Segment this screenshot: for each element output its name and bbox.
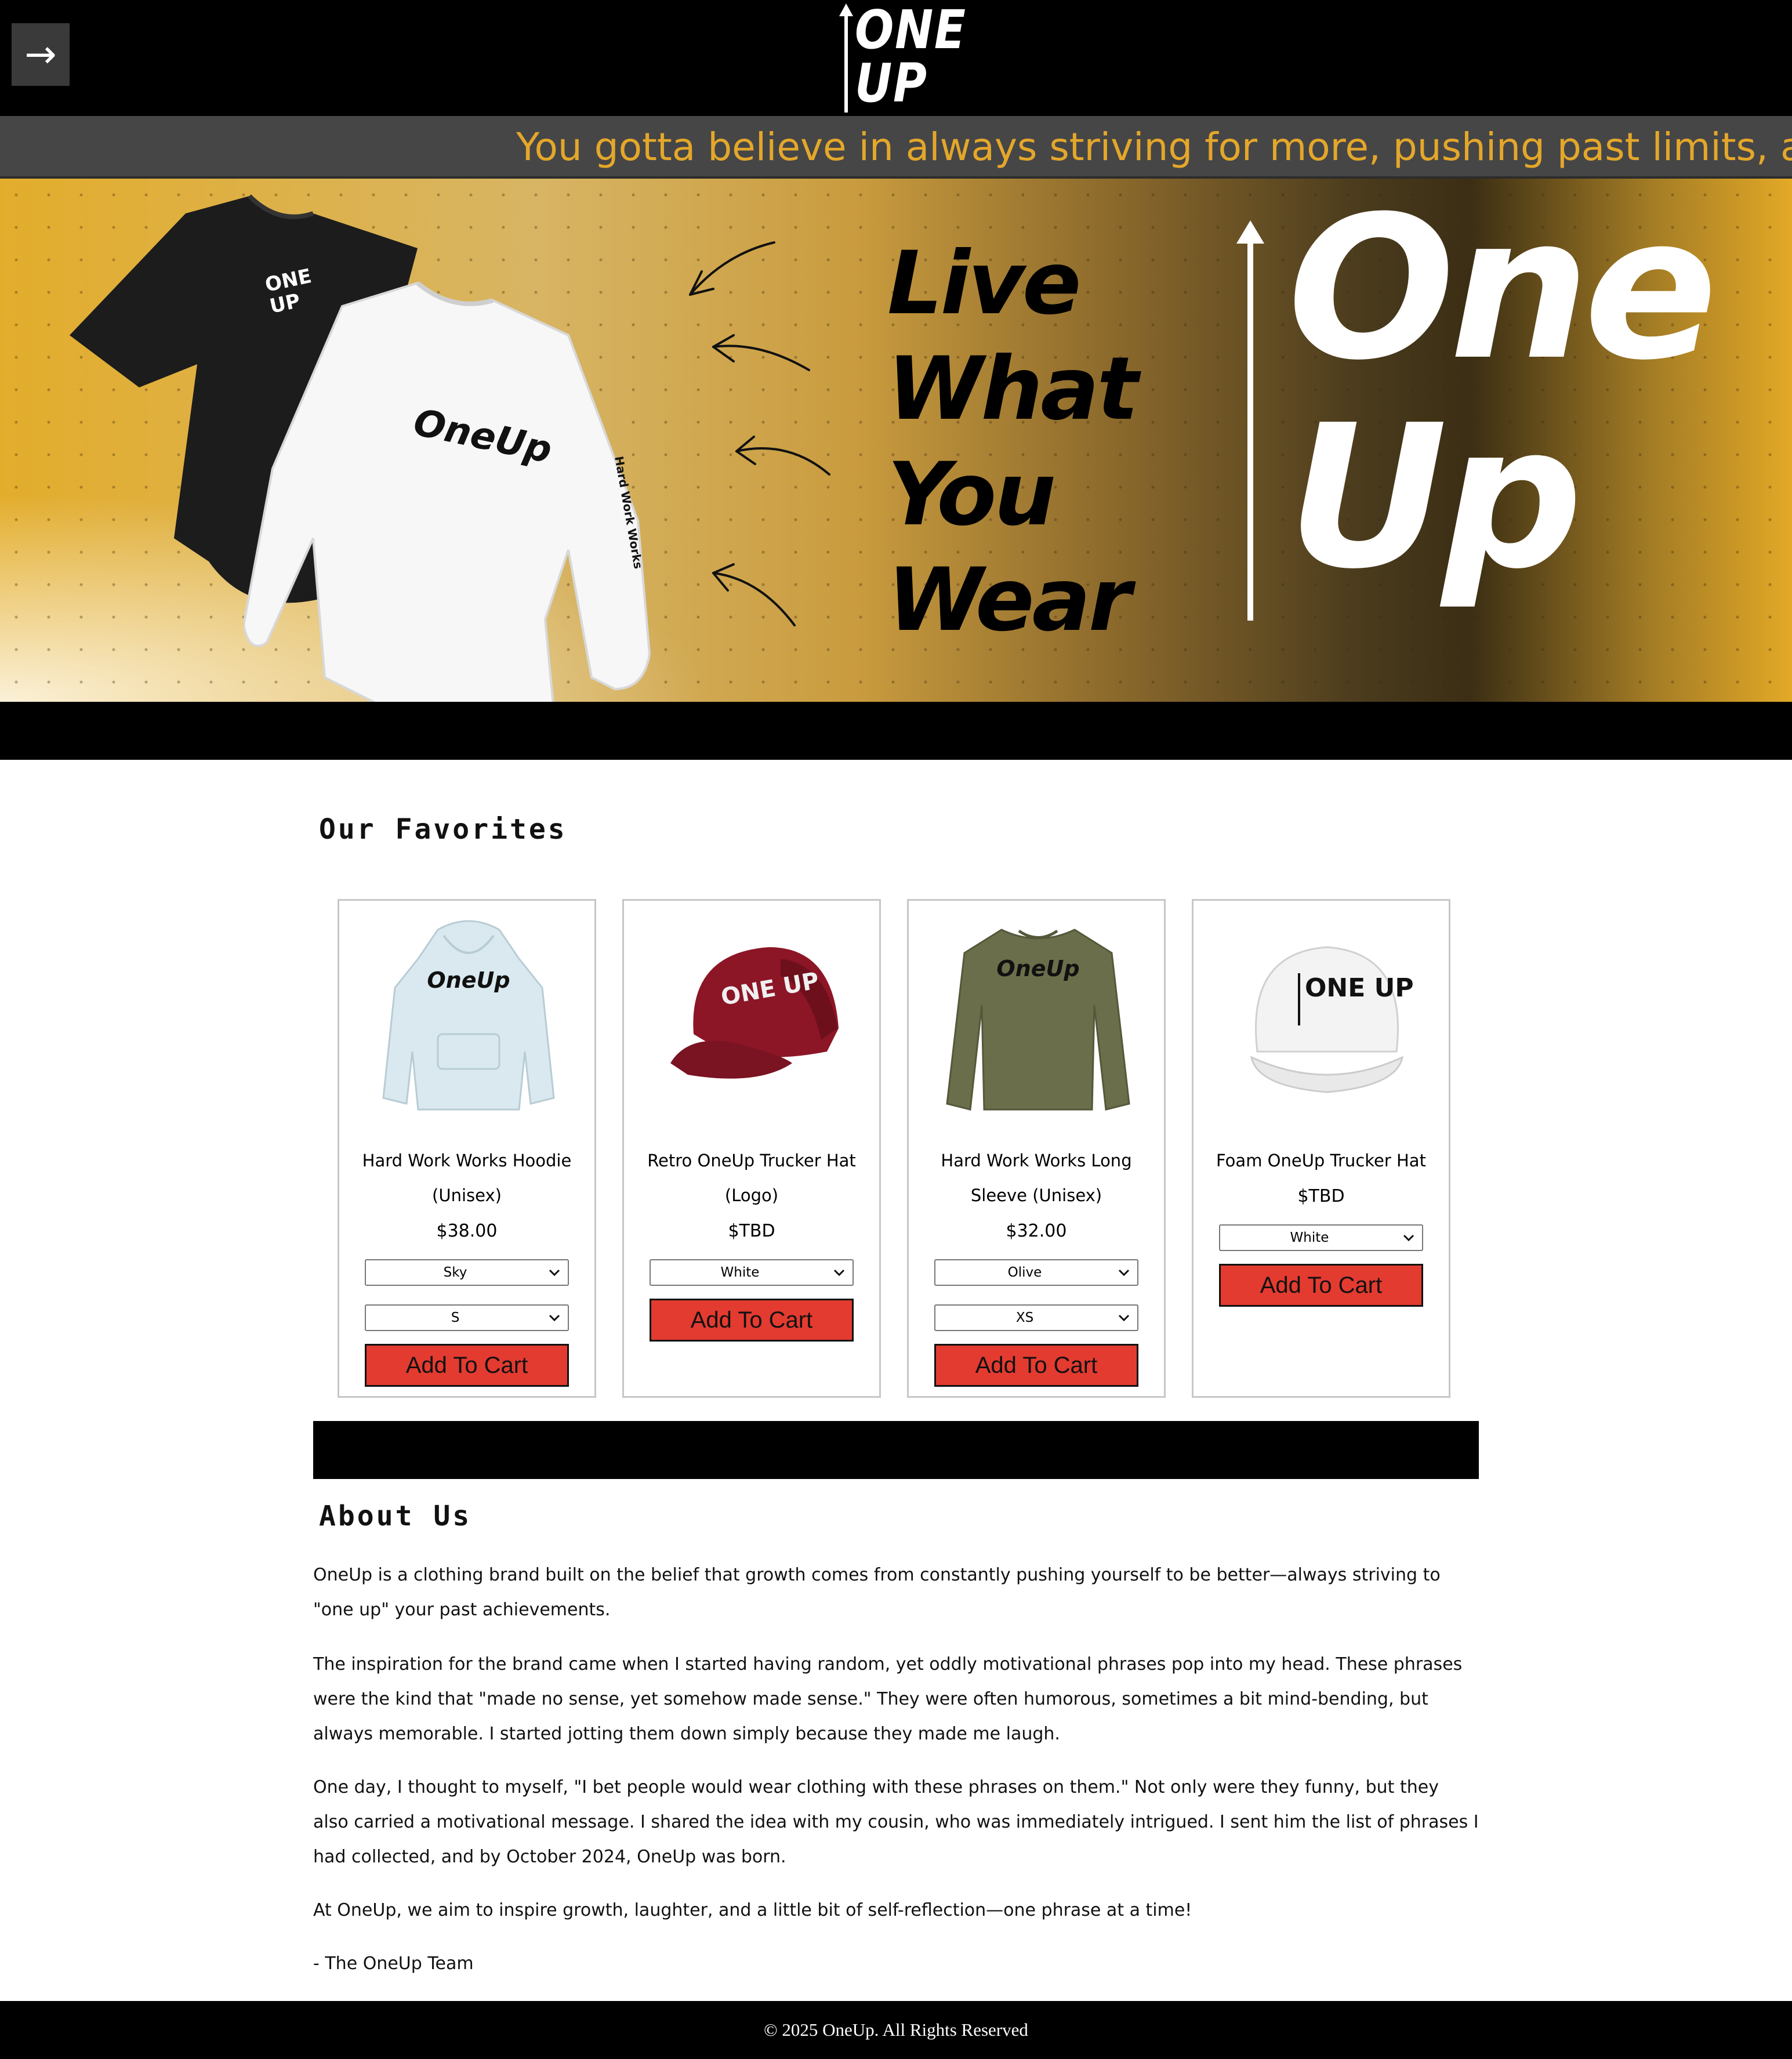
product-price: $TBD (1297, 1186, 1345, 1206)
size-select[interactable]: S (365, 1304, 569, 1331)
chevron-down-icon (549, 1269, 560, 1277)
slogan-line-you: You (887, 444, 1056, 545)
hero-brand-wordmark: One Up (1287, 184, 1763, 602)
marquee-text: You gotta believe in always striving for… (516, 125, 1792, 169)
select-value: White (720, 1265, 760, 1280)
top-header: → ONE UP (0, 0, 1792, 116)
product-price: $38.00 (436, 1221, 498, 1241)
menu-toggle-button[interactable]: → (12, 23, 70, 86)
product-name-line: Hard Work Works Hoodie (362, 1151, 572, 1170)
motivational-marquee: You gotta believe in always striving for… (0, 116, 1792, 179)
logo-arrow-shaft (844, 9, 848, 113)
color-select[interactable]: Sky (365, 1259, 569, 1286)
product-price: $TBD (728, 1221, 775, 1241)
product-card: ONE UP Foam OneUp Trucker Hat $TBD White… (1192, 899, 1450, 1398)
favorites-heading: Our Favorites (319, 813, 567, 846)
about-paragraph: One day, I thought to myself, "I bet peo… (313, 1777, 1479, 1867)
product-card: OneUp Hard Work Works Long Sleeve (Unise… (907, 899, 1166, 1398)
arrow-right-icon: → (24, 32, 57, 77)
add-to-cart-button[interactable]: Add To Cart (365, 1344, 569, 1387)
select-value: Olive (1007, 1265, 1042, 1280)
logo-line-up: UP (855, 52, 928, 114)
product-name-line: Sleeve (Unisex) (970, 1186, 1102, 1205)
product-name-line: Hard Work Works Long (941, 1151, 1132, 1170)
product-image-foam-trucker-hat: ONE UP (1250, 946, 1414, 1093)
up-arrow-icon (1236, 220, 1264, 621)
product-name-line: Retro OneUp Trucker Hat (647, 1151, 856, 1170)
hero-brand-one: One (1287, 179, 1718, 404)
pointing-arrows-decoration (689, 241, 830, 626)
select-value: XS (1015, 1310, 1034, 1325)
color-select[interactable]: White (650, 1259, 854, 1286)
long-sleeve-print: OneUp (996, 956, 1079, 981)
site-logo[interactable]: ONE UP (839, 0, 967, 114)
white-longsleeve-image: OneUp Hard Work Works (244, 281, 651, 702)
chevron-down-icon (1118, 1314, 1130, 1322)
logo-line-one: ONE (855, 0, 967, 61)
product-card: ONE UP Retro OneUp Trucker Hat (Logo) $T… (622, 899, 881, 1398)
copyright-text: © 2025 OneUp. All Rights Reserved (764, 2020, 1028, 2040)
hero-divider (0, 702, 1792, 760)
product-name-line: (Logo) (724, 1186, 779, 1205)
color-select[interactable]: Olive (934, 1259, 1138, 1286)
select-value: Sky (443, 1265, 467, 1280)
select-value: S (451, 1310, 460, 1325)
slogan-line-wear: Wear (887, 550, 1131, 651)
product-price: $32.00 (1006, 1221, 1067, 1241)
product-name-line: Foam OneUp Trucker Hat (1216, 1151, 1426, 1170)
chevron-down-icon (1118, 1269, 1130, 1277)
size-select[interactable]: XS (934, 1304, 1138, 1331)
hoodie-print: OneUp (427, 967, 510, 993)
about-paragraph: OneUp is a clothing brand built on the b… (313, 1565, 1441, 1620)
foam-hat-print: ONE UP (1305, 973, 1414, 1003)
color-select[interactable]: White (1219, 1224, 1423, 1251)
hero-brand-up: Up (1287, 383, 1583, 612)
about-signature: - The OneUp Team (313, 1953, 474, 1974)
product-card: OneUp Hard Work Works Hoodie (Unisex) $3… (338, 899, 596, 1398)
chevron-down-icon (833, 1269, 845, 1277)
add-to-cart-button[interactable]: Add To Cart (650, 1299, 854, 1342)
add-to-cart-button[interactable]: Add To Cart (1219, 1264, 1423, 1307)
about-heading: About Us (319, 1500, 472, 1532)
about-paragraph: The inspiration for the brand came when … (313, 1654, 1463, 1744)
hero-slogan: Live What You Wear (887, 231, 1189, 653)
chevron-down-icon (549, 1314, 560, 1322)
product-image-long-sleeve: OneUp (946, 929, 1130, 1111)
product-name-line: (Unisex) (432, 1186, 502, 1205)
site-footer: © 2025 OneUp. All Rights Reserved (0, 2001, 1792, 2059)
hero-banner: ONE UP OneUp Hard Work Works Live What Y… (0, 179, 1792, 702)
slogan-line-what: What (887, 339, 1138, 440)
add-to-cart-button[interactable]: Add To Cart (934, 1344, 1138, 1387)
section-divider (313, 1421, 1479, 1479)
slogan-line-live: Live (887, 233, 1082, 334)
product-image-retro-trucker-hat: ONE UP (670, 947, 839, 1079)
select-value: White (1290, 1230, 1329, 1245)
about-paragraph: At OneUp, we aim to inspire growth, laug… (313, 1900, 1192, 1920)
chevron-down-icon (1403, 1234, 1414, 1242)
logo-arrow-head (839, 3, 853, 16)
product-image-hoodie: OneUp (382, 920, 555, 1111)
